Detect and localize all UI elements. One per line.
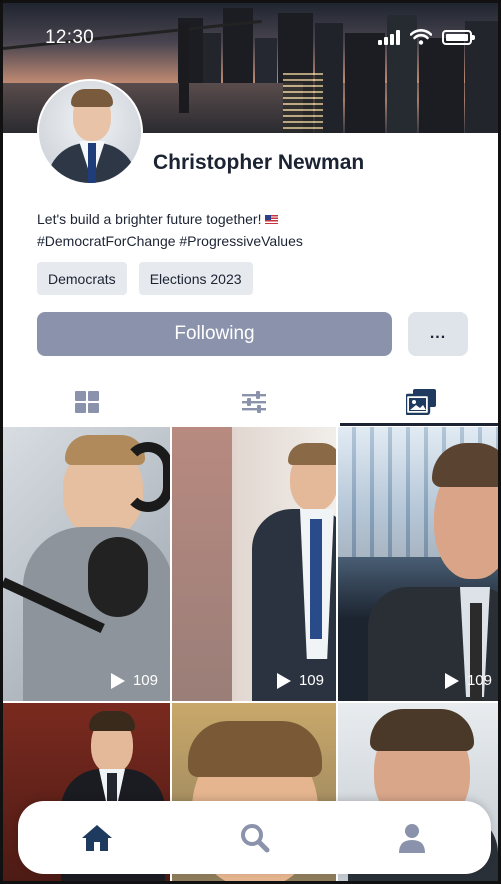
- search-icon: [240, 823, 269, 852]
- status-time: 12:30: [45, 27, 95, 48]
- tab-media[interactable]: [337, 377, 498, 427]
- profile-screen: 12:30 Christopher Newman Let's build a b…: [0, 0, 501, 884]
- tab-grid[interactable]: [3, 377, 170, 427]
- post-views: 109: [444, 672, 492, 689]
- home-icon: [81, 824, 112, 851]
- post-tile[interactable]: 109: [338, 427, 498, 701]
- more-options-button[interactable]: ...: [408, 312, 468, 356]
- nav-home[interactable]: [18, 801, 176, 874]
- status-bar: 12:30: [3, 3, 498, 73]
- battery-icon: [442, 29, 475, 45]
- nav-profile[interactable]: [333, 801, 491, 874]
- tab-sliders[interactable]: [170, 377, 337, 427]
- tag-elections-2023[interactable]: Elections 2023: [138, 262, 253, 295]
- play-icon: [444, 672, 459, 689]
- us-flag-icon: [265, 215, 279, 224]
- content-tabs: [3, 377, 498, 427]
- tag-democrats[interactable]: Democrats: [37, 262, 127, 295]
- bottom-navigation: [18, 801, 491, 874]
- profile-tags: Democrats Elections 2023: [37, 262, 253, 295]
- sliders-icon: [241, 391, 266, 413]
- bio-line-1: Let's build a brighter future together!: [37, 211, 262, 227]
- play-icon: [110, 672, 125, 689]
- media-icon: [405, 389, 436, 415]
- nav-search[interactable]: [176, 801, 334, 874]
- post-views: 109: [276, 672, 324, 689]
- profile-name: Christopher Newman: [153, 151, 365, 174]
- following-button[interactable]: Following: [37, 312, 392, 356]
- post-tile[interactable]: 109: [3, 427, 170, 701]
- profile-icon: [399, 823, 426, 853]
- wifi-icon: [410, 29, 432, 45]
- grid-icon: [74, 391, 99, 413]
- bio-line-2: #DemocratForChange #ProgressiveValues: [37, 233, 303, 249]
- avatar[interactable]: [37, 79, 143, 185]
- signal-icon: [378, 29, 400, 45]
- play-icon: [276, 672, 291, 689]
- active-tab-indicator: [340, 423, 498, 426]
- post-tile[interactable]: 109: [172, 427, 336, 701]
- profile-bio: Let's build a brighter future together! …: [37, 208, 477, 252]
- post-views: 109: [110, 672, 158, 689]
